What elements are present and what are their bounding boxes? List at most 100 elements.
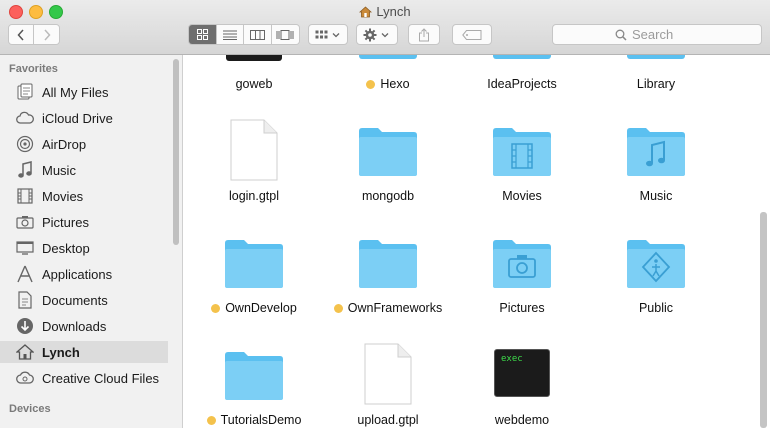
grid-icon: [196, 29, 208, 40]
sidebar-item-icloud-drive[interactable]: iCloud Drive: [0, 107, 168, 129]
sidebar-item-label: Documents: [42, 292, 108, 308]
file-item-owndevelop[interactable]: OwnDevelop: [194, 229, 314, 319]
sidebar-item-applications[interactable]: Applications: [0, 263, 168, 285]
sidebar-item-label: Applications: [42, 266, 113, 282]
sidebar-item-all-my-files[interactable]: All My Files: [0, 81, 168, 103]
sidebar-item-label: AirDrop: [42, 136, 87, 152]
file-item-login-gtpl[interactable]: login.gtpl: [194, 117, 314, 207]
sidebar-item-lynch[interactable]: Lynch: [0, 341, 168, 363]
file-name: Music: [639, 189, 673, 203]
folder-icon: [225, 352, 283, 400]
file-item-mongodb[interactable]: mongodb: [328, 117, 448, 207]
file-name: login.gtpl: [228, 189, 280, 203]
sidebar-item-desktop[interactable]: Desktop: [0, 237, 168, 259]
sidebar-item-label: All My Files: [42, 84, 109, 100]
film-icon: [15, 186, 35, 206]
sidebar-scrollbar[interactable]: [173, 59, 179, 245]
file-item-goweb[interactable]: goweb: [194, 55, 314, 95]
file-item-public[interactable]: Public: [596, 229, 716, 319]
file-item-tutorialsdemo[interactable]: TutorialsDemo: [194, 341, 314, 428]
file-name: Library: [636, 77, 676, 91]
download-icon: [15, 316, 35, 336]
sidebar-item-label: iCloud Drive: [42, 110, 113, 126]
file-item-webdemo[interactable]: exec webdemo: [462, 341, 582, 428]
list-view-button[interactable]: [216, 25, 244, 44]
terminal-exec-icon: exec: [494, 349, 550, 397]
applications-icon: [15, 264, 35, 284]
folder-icon: [627, 55, 685, 59]
folder-icon: [493, 55, 551, 59]
folder-music-icon: [627, 128, 685, 176]
file-item-movies[interactable]: Movies: [462, 117, 582, 207]
coverflow-view-button[interactable]: [271, 25, 299, 44]
arrange-icon: [315, 30, 340, 38]
file-name: mongodb: [361, 189, 415, 203]
file-name: Public: [638, 301, 674, 315]
window-title-text: Lynch: [376, 4, 411, 19]
file-name: OwnFrameworks: [347, 301, 443, 315]
file-item-upload-gtpl[interactable]: upload.gtpl: [328, 341, 448, 428]
action-button[interactable]: [356, 24, 398, 45]
sidebar-item-airdrop[interactable]: AirDrop: [0, 133, 168, 155]
file-item-ideaprojects[interactable]: IdeaProjects: [462, 55, 582, 95]
arrange-button[interactable]: [308, 24, 348, 45]
sidebar-item-label: Pictures: [42, 214, 89, 230]
sidebar-item-documents[interactable]: Documents: [0, 289, 168, 311]
back-button[interactable]: [9, 25, 35, 44]
sidebar-item-label: Movies: [42, 188, 84, 204]
chevron-right-icon: [43, 28, 51, 41]
favorites-heading: Favorites: [9, 63, 58, 75]
file-name: Movies: [502, 189, 542, 203]
creative-cloud-icon: [15, 368, 35, 388]
sidebar-item-label: Creative Cloud Files: [42, 370, 160, 386]
camera-icon: [15, 212, 35, 232]
sidebar-item-downloads[interactable]: Downloads: [0, 315, 168, 337]
file-item-music[interactable]: Music: [596, 117, 716, 207]
nav-buttons: [8, 24, 60, 45]
icon-view-button[interactable]: [189, 25, 217, 44]
yellow-tag-dot: [333, 303, 343, 313]
document-file-icon: [230, 119, 278, 181]
folder-public-icon: [627, 240, 685, 288]
file-name: OwnDevelop: [225, 301, 297, 315]
folder-icon: [359, 128, 417, 176]
file-name: TutorialsDemo: [220, 413, 302, 427]
window-title: Lynch: [0, 4, 770, 21]
sidebar: Favorites All My Files iCloud Drive AirD…: [0, 55, 183, 428]
sidebar-item-movies[interactable]: Movies: [0, 185, 168, 207]
column-view-button[interactable]: [244, 25, 272, 44]
sidebar-item-music[interactable]: Music: [0, 159, 168, 181]
sidebar-item-label: Downloads: [42, 318, 107, 334]
columns-icon: [249, 29, 265, 40]
airdrop-icon: [15, 134, 35, 154]
search-field[interactable]: Search: [552, 24, 762, 45]
file-grid-scrollbar[interactable]: [760, 212, 767, 428]
home-icon: [15, 342, 35, 362]
devices-heading: Devices: [9, 403, 51, 415]
music-note-icon: [15, 160, 35, 180]
edit-tags-button[interactable]: [452, 24, 492, 45]
sidebar-item-label: Lynch: [42, 344, 80, 360]
toolbar: Lynch Search: [0, 0, 770, 55]
desktop-icon: [15, 238, 35, 258]
folder-icon: [359, 55, 417, 59]
file-item-hexo[interactable]: Hexo: [328, 55, 448, 95]
tag-icon: [462, 29, 482, 40]
file-item-pictures[interactable]: Pictures: [462, 229, 582, 319]
sidebar-item-pictures[interactable]: Pictures: [0, 211, 168, 233]
gear-icon: [363, 28, 389, 41]
file-name: goweb: [235, 77, 273, 91]
share-button[interactable]: [408, 24, 440, 45]
file-item-library[interactable]: Library: [596, 55, 716, 95]
sidebar-item-label: Desktop: [42, 240, 90, 256]
file-item-ownframeworks[interactable]: OwnFrameworks: [328, 229, 448, 319]
file-name: webdemo: [494, 413, 550, 427]
exec-text: exec: [501, 354, 523, 364]
forward-button[interactable]: [34, 25, 59, 44]
yellow-tag-dot: [366, 79, 376, 89]
sidebar-item-creative-cloud-files[interactable]: Creative Cloud Files: [0, 367, 168, 389]
share-icon: [419, 27, 429, 41]
folder-pictures-icon: [493, 240, 551, 288]
list-icon: [222, 30, 237, 40]
folder-icon: [225, 240, 283, 288]
